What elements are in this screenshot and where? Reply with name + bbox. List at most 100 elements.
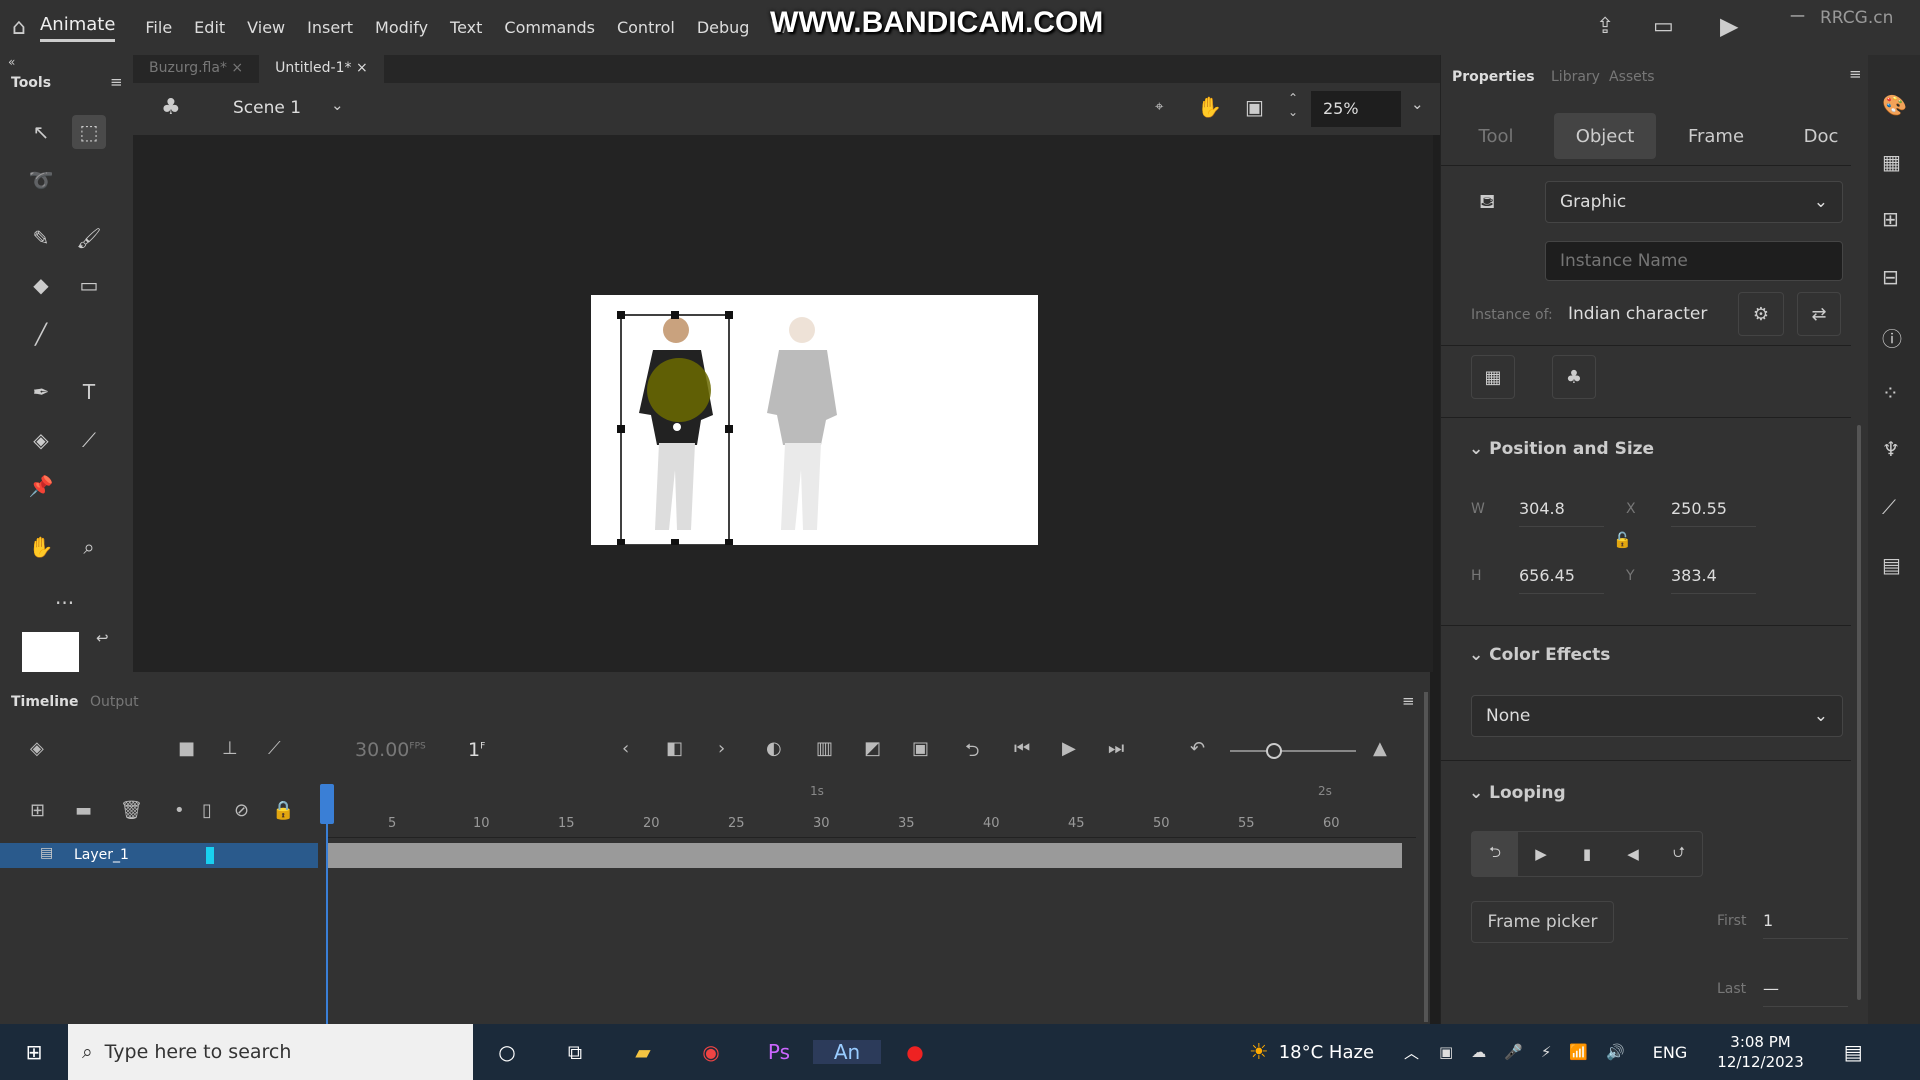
weather-text[interactable]: 18°C Haze — [1279, 1042, 1374, 1063]
tab-assets[interactable]: Assets — [1609, 69, 1655, 85]
scene-dropdown-icon[interactable]: ⌄ — [331, 96, 344, 114]
hand-tool-icon[interactable]: ✋ — [24, 530, 58, 564]
lock-icon[interactable]: 🔒 — [272, 800, 294, 821]
tray-chevron-icon[interactable]: ︿ — [1404, 1042, 1419, 1063]
playhead[interactable] — [320, 784, 334, 824]
properties-scrollbar[interactable] — [1857, 425, 1861, 1000]
scene-name[interactable]: Scene 1 — [233, 98, 301, 118]
loop-reverse-icon[interactable]: ⮍ — [1656, 832, 1702, 876]
info-icon[interactable]: ⓘ — [1882, 323, 1902, 352]
language-indicator[interactable]: ENG — [1653, 1043, 1687, 1062]
break-apart-button[interactable]: ▦ — [1471, 355, 1515, 399]
play-once-icon[interactable]: ▶ — [1518, 832, 1564, 876]
center-frame-icon[interactable]: ↶ — [1190, 738, 1205, 759]
onion-skin-icon[interactable]: ◐ — [766, 738, 782, 759]
color-effect-select[interactable]: None ⌄ — [1471, 695, 1843, 737]
segment-object[interactable]: Object — [1554, 113, 1656, 159]
layer-parenting-icon[interactable]: ⊥ — [222, 738, 238, 759]
fps-value[interactable]: 30.00FPS — [355, 739, 426, 761]
loop-playback-icon[interactable]: ⮌ — [965, 738, 979, 768]
eraser-icon[interactable]: ◆ — [24, 268, 58, 302]
step-forward-icon[interactable]: ⏭ — [1108, 738, 1124, 759]
prev-keyframe-icon[interactable]: ‹ — [622, 738, 629, 759]
swap-symbol-button[interactable]: ⇄ — [1797, 292, 1841, 336]
edit-multiple-frames-icon[interactable]: ▥ — [816, 738, 833, 759]
frame-value[interactable]: 1F — [468, 739, 485, 761]
share-icon[interactable]: ⇪ — [1596, 14, 1614, 39]
panel-menu-icon[interactable]: ≡ — [1402, 692, 1415, 710]
step-back-icon[interactable]: ⏮ — [1014, 738, 1030, 759]
x-field[interactable]: 250.55 — [1671, 499, 1756, 527]
free-transform-tool-icon[interactable]: ⬚ — [72, 115, 106, 149]
file-explorer-icon[interactable]: ▰ — [609, 1040, 677, 1064]
tab-properties[interactable]: Properties — [1452, 69, 1535, 85]
loop-icon[interactable]: ⮌ — [1472, 832, 1518, 876]
color-panel-icon[interactable]: 🎨 — [1882, 93, 1907, 117]
swap-colors-icon[interactable]: ↩ — [96, 629, 109, 647]
photoshop-icon[interactable]: Ps — [745, 1040, 813, 1064]
menu-commands[interactable]: Commands — [504, 18, 595, 37]
menu-text[interactable]: Text — [450, 18, 482, 37]
code-snippets-icon[interactable]: ▤ — [1882, 553, 1901, 577]
text-tool-icon[interactable]: T — [72, 375, 106, 409]
zoom-stepper-icon[interactable]: ⌃ ⌄ — [1288, 91, 1298, 119]
layers-icon[interactable]: ◈ — [30, 738, 44, 759]
close-icon[interactable]: × — [231, 60, 243, 76]
instance-name-input[interactable] — [1545, 241, 1843, 281]
pin-tool-icon[interactable]: 📌 — [24, 469, 58, 503]
segment-doc[interactable]: Doc — [1771, 113, 1871, 159]
home-icon[interactable]: ⌂ — [12, 15, 26, 40]
play-once-reverse-icon[interactable]: ◀ — [1610, 832, 1656, 876]
outline-icon[interactable]: ▯ — [202, 800, 212, 821]
position-size-header[interactable]: ⌄ Position and Size — [1469, 439, 1654, 459]
menu-file[interactable]: File — [145, 18, 172, 37]
workspace-icon[interactable]: ▭ — [1653, 14, 1674, 39]
tab-library[interactable]: Library — [1551, 69, 1600, 85]
visibility-icon[interactable]: ⊘ — [234, 800, 249, 821]
new-folder-icon[interactable]: ▬ — [75, 800, 92, 821]
y-field[interactable]: 383.4 — [1671, 566, 1756, 594]
lock-icon[interactable]: 🔓 — [1613, 531, 1632, 549]
single-frame-icon[interactable]: ▮ — [1564, 832, 1610, 876]
zoom-tool-icon[interactable]: ⌕ — [72, 530, 106, 564]
menu-control[interactable]: Control — [617, 18, 675, 37]
first-frame-field[interactable]: 1 — [1763, 911, 1848, 939]
convert-symbol-button[interactable]: ♣ — [1552, 355, 1596, 399]
align-icon[interactable]: ⊟ — [1882, 265, 1899, 289]
zoom-input[interactable]: 25% — [1311, 91, 1401, 127]
animate-icon[interactable]: An — [813, 1040, 881, 1064]
motion-editor-icon[interactable]: ⟋ — [1882, 495, 1896, 519]
notifications-icon[interactable]: ▤ — [1844, 1040, 1863, 1064]
pen-tool-icon[interactable]: ✒ — [24, 375, 58, 409]
clip-stage-icon[interactable]: ▣ — [1245, 95, 1264, 119]
layer-color-tag[interactable] — [206, 847, 214, 864]
menu-edit[interactable]: Edit — [194, 18, 225, 37]
frame-size-slider[interactable] — [1230, 743, 1356, 759]
snap-icon[interactable]: ⌖ — [1155, 97, 1163, 115]
doc-tab-buzurg[interactable]: Buzurg.fla* × — [133, 55, 259, 83]
paint-brush-icon[interactable]: ✎ — [24, 221, 58, 255]
character-artwork[interactable] — [591, 295, 1038, 546]
test-movie-icon[interactable]: ▶ — [1720, 12, 1738, 40]
menu-modify[interactable]: Modify — [375, 18, 428, 37]
color-effects-header[interactable]: ⌄ Color Effects — [1469, 645, 1610, 665]
taskbar-search[interactable]: ⌕ Type here to search — [68, 1024, 473, 1080]
new-layer-icon[interactable]: ⊞ — [30, 800, 45, 821]
layer-row[interactable]: ▤ Layer_1 — [0, 843, 318, 868]
layer-name[interactable]: Layer_1 — [74, 847, 129, 863]
segment-tool[interactable]: Tool — [1461, 113, 1531, 159]
close-icon[interactable]: × — [356, 60, 368, 76]
delete-icon[interactable]: 🗑 — [120, 800, 143, 821]
timeline-scrollbar[interactable] — [1424, 692, 1428, 1022]
rectangle-tool-icon[interactable]: ▭ — [72, 268, 106, 302]
recorder-icon[interactable]: ● — [881, 1040, 949, 1064]
clock[interactable]: 3:08 PM 12/12/2023 — [1717, 1032, 1803, 1072]
menu-insert[interactable]: Insert — [307, 18, 353, 37]
rotate-stage-icon[interactable]: ✋ — [1197, 95, 1222, 119]
components-icon[interactable]: ♆ — [1882, 437, 1900, 461]
windows-start-icon[interactable]: ⊞ — [0, 1040, 68, 1064]
frame-picker-button[interactable]: Frame picker — [1471, 901, 1614, 943]
insert-keyframe-icon[interactable]: ◧ — [666, 738, 683, 759]
zoom-dropdown-icon[interactable]: ⌄ — [1411, 95, 1424, 113]
selection-tool-icon[interactable]: ↖ — [24, 115, 58, 149]
